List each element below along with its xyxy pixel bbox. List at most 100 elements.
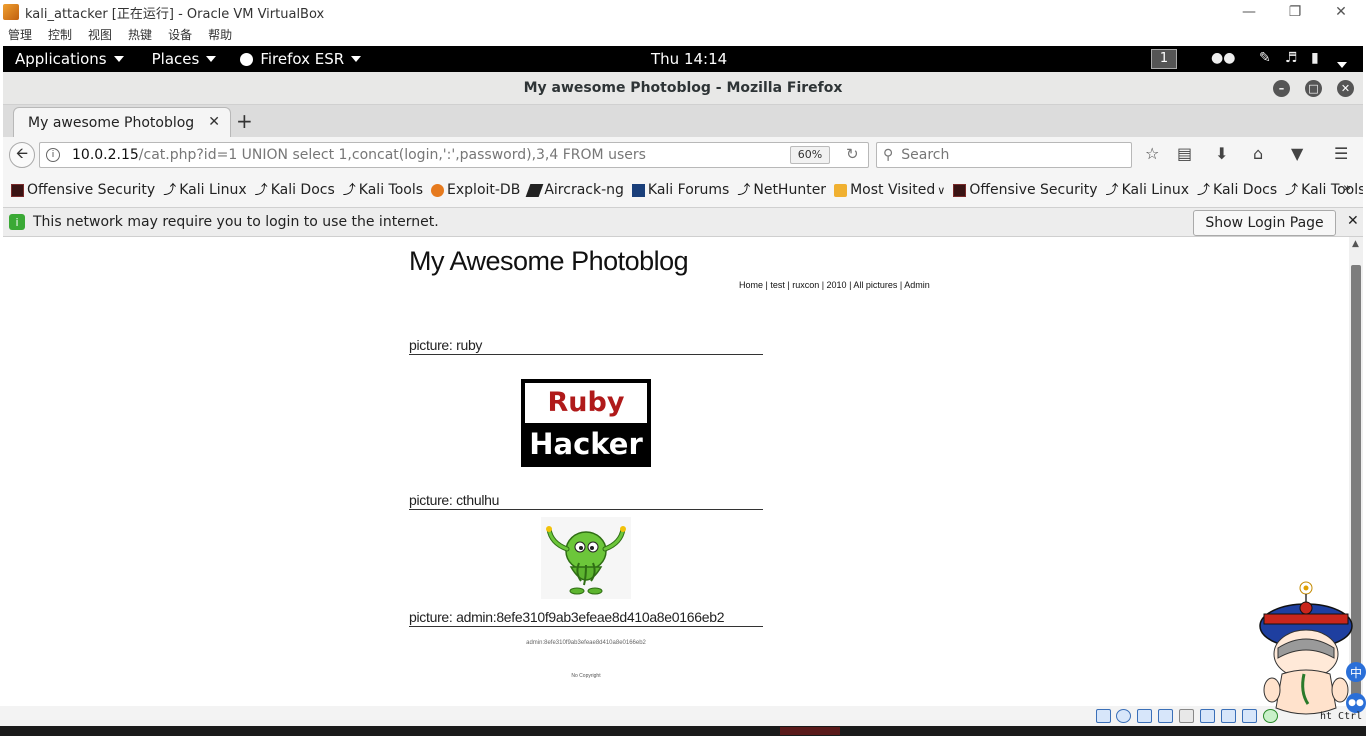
bookmark-label: Kali Docs bbox=[270, 182, 335, 198]
close-icon[interactable]: ✕ bbox=[1318, 0, 1364, 24]
reading-list-icon[interactable]: ▤ bbox=[1177, 144, 1192, 163]
star-icon[interactable]: ☆ bbox=[1145, 144, 1159, 163]
pocket-icon[interactable]: ▼ bbox=[1291, 144, 1303, 163]
folder-icon bbox=[834, 183, 848, 197]
volume-icon[interactable]: ♬ bbox=[1285, 50, 1298, 66]
system-menu-chevron-icon[interactable] bbox=[1337, 56, 1347, 72]
page-content: My Awesome Photoblog Home | test | ruxco… bbox=[3, 237, 1349, 706]
applications-menu[interactable]: Applications bbox=[15, 50, 124, 68]
virtualbox-status-bar bbox=[0, 706, 1366, 726]
reload-icon[interactable]: ↻ bbox=[846, 145, 859, 163]
tab-title: My awesome Photoblog bbox=[28, 114, 195, 131]
pen-icon[interactable]: ✎ bbox=[1259, 50, 1271, 66]
clock[interactable]: Thu 14:14 bbox=[651, 50, 727, 68]
minimize-icon[interactable]: — bbox=[1226, 0, 1272, 24]
bookmark-aircrack-ng[interactable]: Aircrack-ng bbox=[525, 182, 624, 198]
captive-portal-notification: i This network may require you to login … bbox=[3, 207, 1363, 237]
kali-dragon-icon: ⤴ bbox=[1197, 182, 1211, 198]
display-icon[interactable] bbox=[1221, 709, 1236, 723]
maximize-icon[interactable]: □ bbox=[1305, 80, 1322, 97]
download-icon[interactable]: ⬇ bbox=[1215, 144, 1228, 163]
chevron-down-icon bbox=[206, 56, 217, 62]
hard-disk-icon[interactable] bbox=[1096, 709, 1111, 723]
hamburger-menu-icon[interactable]: ☰ bbox=[1334, 144, 1348, 163]
bookmark-nethunter[interactable]: ⤴ NetHunter bbox=[737, 182, 826, 198]
exploit-db-icon bbox=[431, 183, 445, 197]
audio-icon[interactable] bbox=[1137, 709, 1152, 723]
bookmark-kali-tools[interactable]: ⤴ Kali Tools bbox=[343, 182, 423, 198]
gnome-top-bar: Applications Places Firefox ESR Thu 14:1… bbox=[3, 46, 1363, 72]
url-bar[interactable]: i 10.0.2.15/cat.php?id=1 UNION select 1,… bbox=[39, 142, 869, 168]
host-key-hint: ht Ctrl bbox=[1320, 711, 1363, 722]
bookmark-kali-docs[interactable]: ⤴ Kali Docs bbox=[255, 182, 335, 198]
bookmark-kali-linux[interactable]: ⤴ Kali Linux bbox=[163, 182, 246, 198]
workspace-indicator[interactable]: 1 bbox=[1151, 49, 1177, 69]
kali-dragon-icon: ⤴ bbox=[342, 182, 356, 198]
close-notification-icon[interactable]: ✕ bbox=[1347, 213, 1359, 229]
restore-icon[interactable]: ❐ bbox=[1272, 0, 1318, 24]
virtualbox-window-title: kali_attacker [正在运行] - Oracle VM Virtual… bbox=[25, 6, 325, 22]
menu-help[interactable]: 帮助 bbox=[208, 26, 232, 43]
ruby-hacker-image[interactable]: Ruby Hacker bbox=[521, 379, 651, 467]
bookmark-label: Kali Forums bbox=[647, 182, 730, 198]
firefox-app-label: Firefox ESR bbox=[260, 50, 345, 68]
url-host: 10.0.2.15 bbox=[72, 147, 139, 163]
bookmark-exploit-db[interactable]: Exploit-DB bbox=[431, 182, 520, 198]
kali-dragon-icon: ⤴ bbox=[254, 182, 268, 198]
menu-devices[interactable]: 设备 bbox=[168, 26, 192, 43]
navigation-toolbar: 🡨 i 10.0.2.15/cat.php?id=1 UNION select … bbox=[3, 137, 1363, 173]
tab-strip: My awesome Photoblog ✕ + bbox=[3, 105, 1363, 137]
shared-folders-icon[interactable] bbox=[1200, 709, 1215, 723]
home-icon[interactable]: ⌂ bbox=[1253, 144, 1263, 163]
menu-manage[interactable]: 管理 bbox=[8, 26, 32, 43]
ime-language-icon[interactable]: 中 bbox=[1346, 662, 1366, 682]
tab-photoblog[interactable]: My awesome Photoblog ✕ bbox=[13, 107, 231, 137]
zoom-level[interactable]: 60% bbox=[790, 146, 830, 164]
kali-dragon-icon: ⤴ bbox=[737, 182, 751, 198]
admin-hash-caption: admin:8efe310f9ab3efeae8d410a8e0166eb2 bbox=[526, 640, 646, 646]
close-icon[interactable]: ✕ bbox=[1337, 80, 1354, 97]
optical-drive-icon[interactable] bbox=[1116, 709, 1131, 723]
battery-icon[interactable]: ▮ bbox=[1311, 50, 1319, 66]
kali-dragon-icon: ⤴ bbox=[1285, 182, 1299, 198]
scroll-up-arrow-icon[interactable]: ▲ bbox=[1352, 239, 1359, 249]
bookmark-offensive-security[interactable]: Offensive Security bbox=[11, 182, 155, 198]
show-login-page-button[interactable]: Show Login Page bbox=[1193, 210, 1336, 236]
usb-icon[interactable] bbox=[1179, 709, 1194, 723]
bookmark-kali-tools-2[interactable]: ⤴ Kali Tools bbox=[1285, 182, 1363, 198]
site-navigation[interactable]: Home | test | ruxcon | 2010 | All pictur… bbox=[739, 280, 930, 290]
applications-label: Applications bbox=[15, 50, 107, 68]
chevron-down-icon bbox=[113, 56, 124, 62]
bookmark-offensive-security-2[interactable]: Offensive Security bbox=[953, 182, 1098, 198]
search-input[interactable]: ⚲ Search bbox=[876, 142, 1132, 168]
info-icon[interactable]: i bbox=[46, 148, 60, 162]
new-tab-icon[interactable]: + bbox=[236, 109, 253, 133]
bookmarks-overflow-chevron-icon[interactable]: » bbox=[1343, 181, 1351, 196]
menu-hotkeys[interactable]: 热键 bbox=[128, 26, 152, 43]
bookmark-kali-linux-2[interactable]: ⤴ Kali Linux bbox=[1106, 182, 1189, 198]
close-tab-icon[interactable]: ✕ bbox=[208, 114, 220, 130]
bookmark-label: Kali Linux bbox=[1121, 182, 1190, 198]
firefox-app-menu[interactable]: Firefox ESR bbox=[240, 50, 362, 68]
cthulhu-image[interactable] bbox=[541, 517, 631, 599]
places-menu[interactable]: Places bbox=[152, 50, 217, 68]
back-arrow-icon[interactable]: 🡨 bbox=[9, 142, 35, 168]
minimize-icon[interactable]: – bbox=[1273, 80, 1290, 97]
virtualbox-title-bar: kali_attacker [正在运行] - Oracle VM Virtual… bbox=[0, 0, 1366, 24]
picture-heading-cthulhu: picture: cthulhu bbox=[409, 492, 763, 510]
picture-heading-admin: picture: admin:8efe310f9ab3efeae8d410a8e… bbox=[409, 609, 763, 627]
bookmark-kali-docs-2[interactable]: ⤴ Kali Docs bbox=[1197, 182, 1277, 198]
offensive-security-icon bbox=[11, 183, 24, 197]
virtualbox-app-icon bbox=[3, 4, 19, 20]
bookmark-kali-forums[interactable]: Kali Forums bbox=[631, 182, 730, 198]
camera-icon[interactable]: ●● bbox=[1211, 50, 1235, 66]
network-icon[interactable] bbox=[1158, 709, 1173, 723]
ruby-image-text-bottom: Hacker bbox=[529, 427, 643, 461]
info-icon: i bbox=[9, 214, 25, 230]
menu-control[interactable]: 控制 bbox=[48, 26, 72, 43]
menu-view[interactable]: 视图 bbox=[88, 26, 112, 43]
ime-options-icon[interactable]: ●● bbox=[1346, 693, 1366, 713]
notification-text: This network may require you to login to… bbox=[33, 214, 439, 230]
bookmark-most-visited[interactable]: Most Visited ∨ bbox=[834, 182, 945, 198]
firefox-icon bbox=[240, 52, 254, 66]
